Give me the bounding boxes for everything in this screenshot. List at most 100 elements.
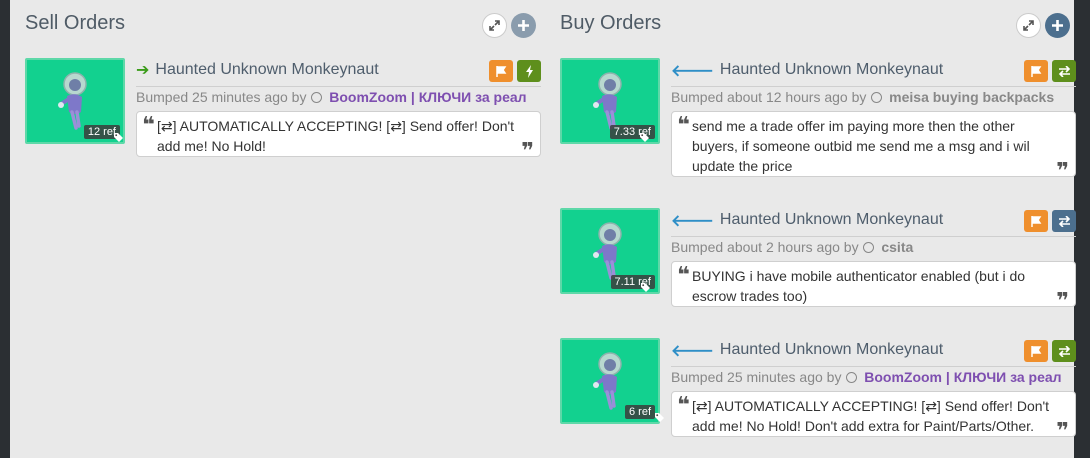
listing: 7.33 ref 🡐 Haunted Unknown Monkeynaut Bu… bbox=[560, 58, 1076, 182]
tag-icon bbox=[654, 413, 664, 422]
panel-tools bbox=[1016, 13, 1070, 38]
user-status-icon bbox=[871, 92, 883, 103]
item-image[interactable]: 12 ref bbox=[25, 58, 125, 144]
flag-icon bbox=[1030, 65, 1041, 77]
flag-button[interactable] bbox=[1024, 60, 1048, 82]
user-link[interactable]: BoomZoom | КЛЮЧИ за реал bbox=[329, 89, 526, 105]
arrow-left-icon: 🡐 bbox=[671, 212, 714, 230]
item-title[interactable]: ➔ Haunted Unknown Monkeynaut bbox=[136, 58, 541, 82]
price-tag: 7.33 ref bbox=[609, 125, 655, 142]
arrow-left-icon: 🡐 bbox=[671, 342, 714, 360]
bump-line: Bumped 25 minutes ago by BoomZoom | КЛЮЧ… bbox=[136, 86, 541, 107]
quote-close-icon: ❞ bbox=[1056, 288, 1069, 313]
listing-info: 🡐 Haunted Unknown Monkeynaut Bumped abou… bbox=[671, 208, 1076, 312]
flag-icon bbox=[1030, 215, 1041, 227]
trade-icon bbox=[1058, 215, 1070, 227]
comment-box: ❝ [⇄] AUTOMATICALLY ACCEPTING! [⇄] Send … bbox=[671, 391, 1076, 442]
price-text: 6 ref bbox=[628, 406, 651, 418]
user-link[interactable]: csita bbox=[881, 239, 913, 255]
listing-badges bbox=[1024, 60, 1076, 82]
bump-line: Bumped 25 minutes ago by BoomZoom | КЛЮЧ… bbox=[671, 366, 1076, 387]
item-image[interactable]: 6 ref bbox=[560, 338, 664, 424]
item-image[interactable]: 7.33 ref bbox=[560, 58, 660, 144]
tag-icon bbox=[640, 283, 650, 292]
item-name: Haunted Unknown Monkeynaut bbox=[719, 211, 944, 228]
trade-offer-button[interactable] bbox=[1052, 210, 1076, 232]
expand-button[interactable] bbox=[1016, 13, 1041, 38]
item-name: Haunted Unknown Monkeynaut bbox=[719, 61, 944, 78]
item-name: Haunted Unknown Monkeynaut bbox=[155, 61, 379, 78]
plus-icon bbox=[1052, 20, 1063, 31]
user-status-icon bbox=[311, 92, 323, 103]
comment-text: BUYING i have mobile authenticator enabl… bbox=[692, 268, 1026, 304]
bump-text: Bumped 25 minutes ago by bbox=[136, 89, 307, 105]
item-title[interactable]: 🡐 Haunted Unknown Monkeynaut bbox=[671, 58, 1076, 82]
plus-icon bbox=[518, 20, 529, 31]
price-text: 12 ref bbox=[87, 126, 116, 138]
trade-offer-button[interactable] bbox=[1052, 340, 1076, 362]
listing: 6 ref 🡐 Haunted Unknown Monkeynaut Bumpe… bbox=[560, 338, 1076, 458]
user-link[interactable]: meisa buying backpacks bbox=[889, 89, 1054, 105]
monkeynaut-figure bbox=[593, 352, 622, 410]
expand-icon bbox=[489, 20, 500, 31]
listing-badges bbox=[1024, 210, 1076, 232]
right-dark-edge bbox=[1074, 0, 1090, 458]
panel-title: Sell Orders bbox=[25, 12, 126, 34]
listing: 12 ref ➔ Haunted Unknown Monkeynaut Bump… bbox=[25, 58, 541, 178]
user-status-icon bbox=[863, 242, 875, 253]
panel-tools bbox=[482, 13, 536, 38]
add-listing-button[interactable] bbox=[1045, 13, 1070, 38]
arrow-right-icon: ➔ bbox=[136, 62, 150, 79]
bump-text: Bumped 25 minutes ago by bbox=[671, 369, 842, 385]
flag-button[interactable] bbox=[1024, 210, 1048, 232]
item-image[interactable]: 7.11 ref bbox=[560, 208, 660, 294]
arrow-left-icon: 🡐 bbox=[671, 62, 714, 80]
quote-open-icon: ❝ bbox=[677, 112, 690, 137]
comment-box: ❝ [⇄] AUTOMATICALLY ACCEPTING! [⇄] Send … bbox=[136, 111, 541, 162]
bump-text: Bumped about 12 hours ago by bbox=[671, 89, 867, 105]
trade-offer-button[interactable] bbox=[1052, 60, 1076, 82]
tag-icon bbox=[113, 133, 123, 142]
comment-box: ❝ send me a trade offer im paying more t… bbox=[671, 111, 1076, 182]
quote-open-icon: ❝ bbox=[677, 392, 690, 417]
panel-title: Buy Orders bbox=[560, 12, 662, 34]
flag-icon bbox=[1030, 345, 1041, 357]
add-listing-button[interactable] bbox=[511, 13, 536, 38]
quote-close-icon: ❞ bbox=[1056, 158, 1069, 183]
user-link[interactable]: BoomZoom | КЛЮЧИ за реал bbox=[864, 369, 1061, 385]
comment-text: [⇄] AUTOMATICALLY ACCEPTING! [⇄] Send of… bbox=[157, 118, 515, 154]
comment-box: ❝ BUYING i have mobile authenticator ena… bbox=[671, 261, 1076, 312]
instant-trade-button[interactable] bbox=[517, 60, 541, 82]
listing-badges bbox=[1024, 340, 1076, 362]
bump-text: Bumped about 2 hours ago by bbox=[671, 239, 859, 255]
item-name: Haunted Unknown Monkeynaut bbox=[719, 341, 944, 358]
item-title[interactable]: 🡐 Haunted Unknown Monkeynaut bbox=[671, 338, 1076, 362]
listing-info: ➔ Haunted Unknown Monkeynaut Bumped 25 m… bbox=[136, 58, 541, 162]
quote-close-icon: ❞ bbox=[1056, 418, 1069, 443]
listing-info: 🡐 Haunted Unknown Monkeynaut Bumped abou… bbox=[671, 58, 1076, 182]
trade-icon bbox=[1058, 65, 1070, 77]
trade-icon bbox=[1058, 345, 1070, 357]
listing: 7.11 ref 🡐 Haunted Unknown Monkeynaut Bu… bbox=[560, 208, 1076, 328]
listing-badges bbox=[489, 60, 541, 82]
comment-text: [⇄] AUTOMATICALLY ACCEPTING! [⇄] Send of… bbox=[692, 398, 1050, 434]
flag-icon bbox=[495, 65, 506, 77]
price-tag: 6 ref bbox=[624, 405, 664, 422]
price-tag: 12 ref bbox=[83, 125, 123, 142]
tag-icon bbox=[639, 133, 649, 142]
user-status-icon bbox=[846, 372, 858, 383]
buy-orders-panel: Buy Orders 7.33 ref 🡐 Haunted Unknown Mo… bbox=[545, 0, 1076, 458]
quote-close-icon: ❞ bbox=[521, 138, 534, 163]
expand-button[interactable] bbox=[482, 13, 507, 38]
item-title[interactable]: 🡐 Haunted Unknown Monkeynaut bbox=[671, 208, 1076, 232]
sell-orders-panel: Sell Orders 12 ref ➔ Haunted Unknown Mon… bbox=[10, 0, 545, 458]
quote-open-icon: ❝ bbox=[142, 112, 155, 137]
flag-button[interactable] bbox=[489, 60, 513, 82]
bolt-icon bbox=[525, 64, 533, 78]
comment-text: send me a trade offer im paying more the… bbox=[692, 118, 1030, 174]
expand-icon bbox=[1023, 20, 1034, 31]
price-tag: 7.11 ref bbox=[610, 275, 655, 292]
bump-line: Bumped about 2 hours ago by csita bbox=[671, 236, 1076, 257]
flag-button[interactable] bbox=[1024, 340, 1048, 362]
quote-open-icon: ❝ bbox=[677, 262, 690, 287]
